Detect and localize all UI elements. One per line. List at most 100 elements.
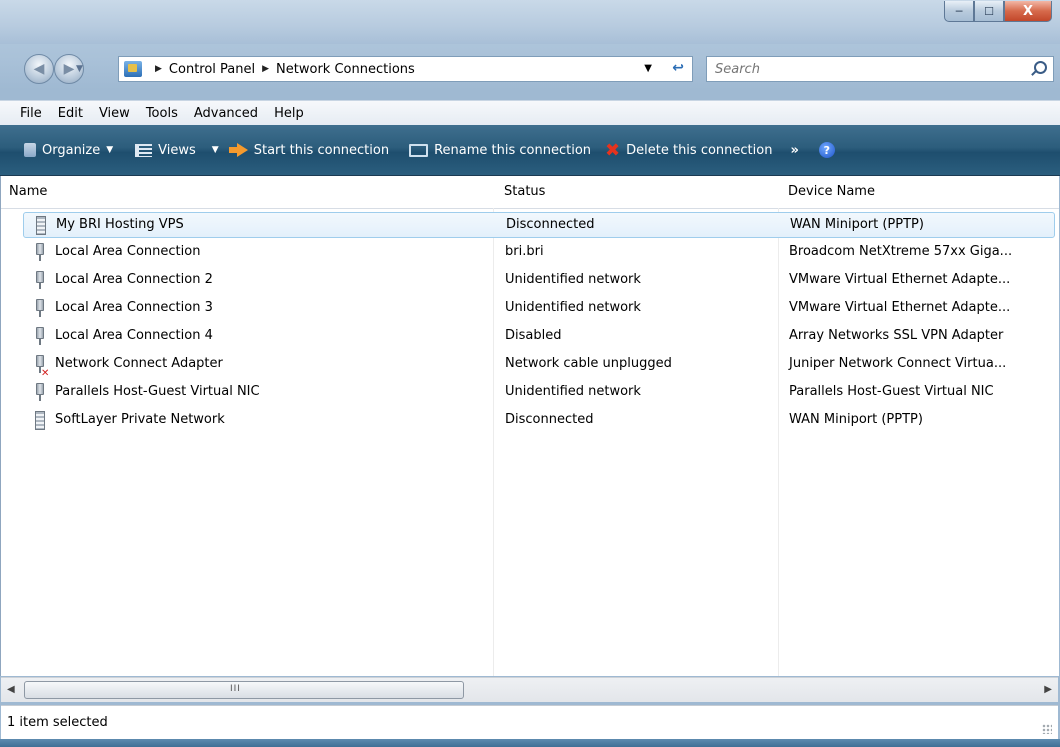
explorer-window: ─ ☐ X ◀ ▶ ▼ ▶ Control Panel ▶ Network Co…: [0, 0, 1060, 747]
menu-view[interactable]: View: [99, 106, 130, 121]
connection-device-name: WAN Miniport (PPTP): [790, 217, 924, 232]
connection-status: Disabled: [505, 328, 562, 343]
connection-status: Unidentified network: [505, 384, 641, 399]
connection-device-name: VMware Virtual Ethernet Adapte...: [789, 272, 1011, 287]
connection-device-name: Array Networks SSL VPN Adapter: [789, 328, 1004, 343]
connection-name: Local Area Connection 3: [55, 300, 213, 315]
control-panel-icon: [124, 61, 142, 77]
rename-icon: [409, 143, 429, 157]
scroll-right-icon[interactable]: ▶: [1044, 684, 1052, 695]
breadcrumb-separator-icon[interactable]: ▶: [155, 64, 162, 74]
lan-plug-unplugged-icon: ✕: [35, 355, 49, 379]
organize-button[interactable]: Organize ▼: [24, 143, 113, 158]
vpn-modem-icon: [36, 216, 46, 235]
command-bar: Organize ▼ Views ▼ Start this connection…: [0, 125, 1060, 176]
column-header-name[interactable]: Name: [9, 184, 47, 199]
connection-device-name: VMware Virtual Ethernet Adapte...: [789, 300, 1011, 315]
connection-device-name: WAN Miniport (PPTP): [789, 412, 923, 427]
connection-status: Disconnected: [506, 217, 595, 232]
delete-connection-label: Delete this connection: [626, 142, 773, 158]
breadcrumb-network-connections[interactable]: Network Connections: [276, 62, 415, 77]
connection-name: Local Area Connection: [55, 244, 201, 259]
minimize-button[interactable]: ─: [944, 1, 974, 22]
title-bar[interactable]: ─ ☐ X: [0, 0, 1060, 44]
connections-list: Name Status Device Name My BRI Hosting V…: [0, 176, 1059, 676]
list-item[interactable]: Local Area Connection 3 Unidentified netw…: [23, 296, 1053, 322]
connection-status: Unidentified network: [505, 300, 641, 315]
close-button[interactable]: X: [1004, 1, 1052, 22]
back-button[interactable]: ◀: [24, 54, 54, 84]
search-icon[interactable]: [1034, 61, 1047, 74]
menu-advanced[interactable]: Advanced: [194, 106, 258, 121]
lan-plug-icon: [35, 271, 45, 289]
connection-status: bri.bri: [505, 244, 544, 259]
back-arrow-icon: ◀: [33, 61, 45, 77]
chevron-down-icon: ▼: [211, 145, 219, 155]
list-item[interactable]: SoftLayer Private Network Disconnected WAN…: [23, 408, 1053, 434]
list-item[interactable]: ✕ Network Connect Adapter Network cable un…: [23, 352, 1053, 379]
list-item[interactable]: Parallels Host-Guest Virtual NIC Unidenti…: [23, 380, 1053, 406]
delete-x-icon: ✖: [605, 139, 621, 161]
menu-edit[interactable]: Edit: [58, 106, 83, 121]
connection-device-name: Juniper Network Connect Virtua...: [789, 356, 1007, 371]
start-connection-button[interactable]: Start this connection: [228, 142, 390, 158]
more-commands-button[interactable]: »: [790, 143, 798, 158]
address-row: ◀ ▶ ▼ ▶ Control Panel ▶ Network Connecti…: [0, 44, 1060, 92]
search-box[interactable]: [706, 56, 1054, 82]
maximize-button[interactable]: ☐: [974, 1, 1004, 22]
help-icon[interactable]: ?: [818, 142, 835, 158]
lan-plug-icon: [35, 327, 45, 345]
search-input[interactable]: [713, 60, 1017, 78]
menu-tools[interactable]: Tools: [146, 106, 178, 121]
list-item[interactable]: My BRI Hosting VPS Disconnected WAN Minipo…: [23, 212, 1055, 238]
list-item[interactable]: Local Area Connection 4 Disabled Array Net…: [23, 324, 1053, 350]
connection-name: SoftLayer Private Network: [55, 412, 225, 427]
connection-name: Parallels Host-Guest Virtual NIC: [55, 384, 260, 399]
connection-name: Local Area Connection 2: [55, 272, 213, 287]
column-header-device-name[interactable]: Device Name: [788, 184, 875, 199]
connection-device-name: Broadcom NetXtreme 57xx Giga...: [789, 244, 1013, 259]
list-item[interactable]: Local Area Connection 2 Unidentified netw…: [23, 268, 1053, 294]
column-header-row: Name Status Device Name: [1, 176, 1059, 209]
connection-name: Local Area Connection 4: [55, 328, 213, 343]
connection-status: Network cable unplugged: [505, 356, 672, 371]
refresh-icon[interactable]: ↩: [672, 60, 684, 76]
views-icon: [135, 143, 153, 157]
connection-name: My BRI Hosting VPS: [56, 217, 184, 232]
column-header-status[interactable]: Status: [504, 184, 545, 199]
unplugged-x-icon: ✕: [41, 368, 50, 379]
organize-icon: [24, 143, 36, 157]
recent-pages-dropdown[interactable]: ▼: [76, 64, 83, 74]
rename-connection-label: Rename this connection: [434, 142, 592, 158]
breadcrumb: ▶ Control Panel ▶ Network Connections: [148, 62, 415, 77]
status-bar: 1 item selected: [1, 705, 1058, 740]
views-button[interactable]: Views ▼: [135, 143, 219, 158]
lan-plug-icon: [35, 243, 45, 261]
rename-connection-button[interactable]: Rename this connection: [409, 143, 591, 158]
address-dropdown-icon[interactable]: ▼: [644, 63, 652, 74]
organize-label: Organize: [42, 142, 101, 158]
delete-connection-button[interactable]: ✖ Delete this connection: [605, 140, 772, 161]
taskbar-edge: [0, 739, 1060, 747]
connection-status: Disconnected: [505, 412, 594, 427]
menu-file[interactable]: File: [20, 106, 42, 121]
forward-arrow-icon: ▶: [63, 61, 75, 77]
start-connection-label: Start this connection: [253, 142, 390, 158]
horizontal-scrollbar[interactable]: ◀ III ▶: [1, 677, 1058, 702]
vpn-modem-icon: [35, 411, 45, 430]
breadcrumb-separator-icon[interactable]: ▶: [262, 64, 269, 74]
list-item[interactable]: Local Area Connection bri.bri Broadcom Net…: [23, 240, 1053, 266]
breadcrumb-control-panel[interactable]: Control Panel: [169, 62, 255, 77]
scrollbar-grip: III: [230, 684, 241, 694]
menu-help[interactable]: Help: [274, 106, 304, 121]
start-arrow-icon: [228, 143, 248, 157]
views-label: Views: [158, 142, 196, 158]
scroll-left-icon[interactable]: ◀: [7, 684, 15, 695]
address-bar[interactable]: ▶ Control Panel ▶ Network Connections ▼ …: [118, 56, 693, 82]
scrollbar-thumb[interactable]: III: [24, 681, 464, 699]
connection-device-name: Parallels Host-Guest Virtual NIC: [789, 384, 994, 399]
resize-grip-icon[interactable]: [1042, 724, 1052, 734]
menu-bar: File Edit View Tools Advanced Help: [0, 100, 1060, 125]
lan-plug-icon: [35, 383, 45, 401]
connection-name: Network Connect Adapter: [55, 356, 223, 371]
